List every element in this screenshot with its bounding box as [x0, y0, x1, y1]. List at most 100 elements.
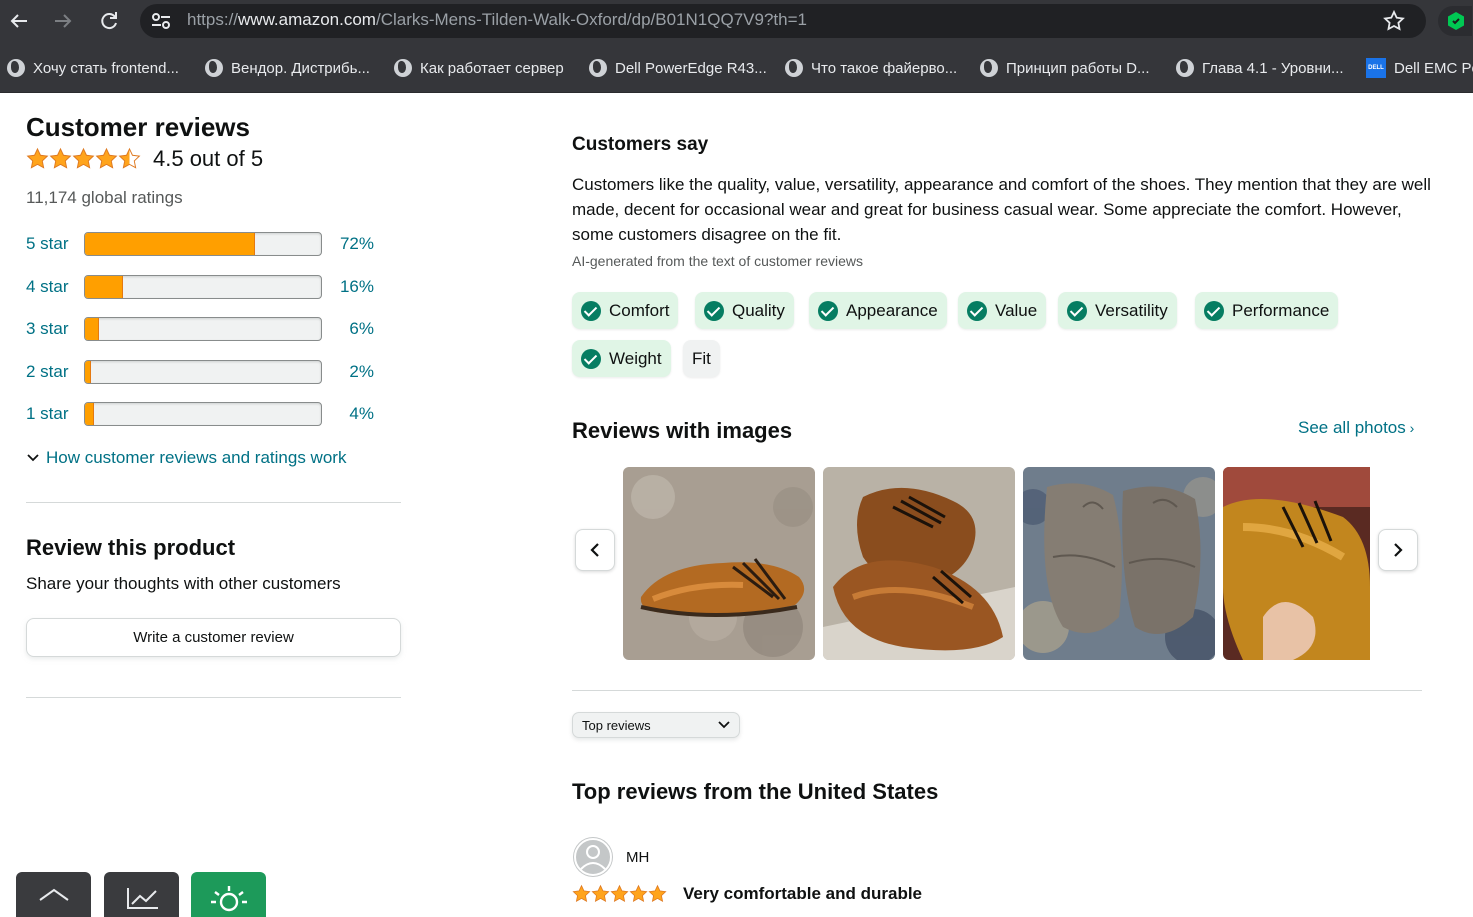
lightbulb-button[interactable]: [191, 872, 266, 917]
aspect-chip-label: Fit: [692, 348, 711, 368]
bookmark-item[interactable]: DELL Dell EMC Po: [1366, 58, 1473, 78]
url-text[interactable]: https://www.amazon.com/Clarks-Mens-Tilde…: [187, 10, 807, 30]
aspect-chip-label: Weight: [609, 348, 662, 368]
review-image[interactable]: [1023, 467, 1215, 660]
bookmark-label: Как работает сервер: [420, 59, 564, 77]
bookmark-label: Глава 4.1 - Уровни...: [1202, 59, 1344, 77]
histogram-bar: [84, 232, 322, 256]
histogram-row[interactable]: 3 star 6%: [26, 316, 374, 342]
histogram-row[interactable]: 2 star 2%: [26, 359, 374, 385]
bookmark-label: Вендор. Дистрибь...: [231, 59, 370, 77]
how-reviews-work-link[interactable]: How customer reviews and ratings work: [26, 448, 346, 468]
bookmark-item[interactable]: Что такое файерво...: [785, 58, 957, 78]
average-rating[interactable]: 4.5 out of 5: [26, 146, 263, 172]
histogram-bar-fill: [85, 403, 95, 425]
check-circle-icon: [581, 300, 601, 321]
check-circle-icon: [581, 348, 601, 369]
globe-icon: [589, 59, 607, 77]
aspect-chip-quality[interactable]: Quality: [695, 292, 794, 329]
bookmark-item[interactable]: Вендор. Дистрибь...: [205, 58, 370, 78]
star-full-icon: [610, 884, 629, 902]
star-full-icon: [49, 147, 72, 169]
histogram-row[interactable]: 5 star 72%: [26, 231, 374, 257]
review-image[interactable]: [823, 467, 1015, 660]
divider: [572, 690, 1422, 691]
histogram-bar-fill: [85, 276, 123, 298]
review-image[interactable]: [1223, 467, 1370, 660]
aspect-chip-label: Appearance: [846, 300, 938, 320]
aspect-chip-performance[interactable]: Performance: [1195, 292, 1339, 329]
write-review-button[interactable]: Write a customer review: [26, 618, 401, 657]
customer-reviews-title: Customer reviews: [26, 112, 250, 142]
review-product-subtitle: Share your thoughts with other customers: [26, 574, 341, 593]
aspect-chip-appearance[interactable]: Appearance: [809, 292, 947, 329]
histogram-row[interactable]: 4 star 16%: [26, 274, 374, 300]
globe-icon: [785, 59, 803, 77]
price-chart-button[interactable]: [104, 872, 179, 917]
review-headline[interactable]: Very comfortable and durable: [683, 884, 922, 904]
customers-say-summary: Customers like the quality, value, versa…: [572, 175, 1431, 244]
bookmark-item[interactable]: Глава 4.1 - Уровни...: [1176, 58, 1344, 78]
customers-say-title: Customers say: [572, 134, 709, 155]
user-icon: [574, 838, 612, 876]
aspect-chip-label: Quality: [732, 300, 785, 320]
star-full-icon: [95, 147, 118, 169]
carousel-prev-button[interactable]: [575, 529, 615, 571]
url-prefix: https://: [187, 10, 239, 29]
histogram-bar-fill: [85, 361, 91, 383]
sort-dropdown[interactable]: Top reviews: [572, 712, 740, 738]
globe-icon: [1176, 59, 1194, 77]
histogram-row[interactable]: 1 star 4%: [26, 401, 374, 427]
see-all-photos-link[interactable]: See all photos ›: [1298, 418, 1414, 438]
histogram-percent: 2%: [349, 362, 374, 381]
back-arrow-icon[interactable]: [7, 9, 31, 33]
star-full-icon: [572, 884, 591, 902]
bookmark-item[interactable]: Как работает сервер: [394, 58, 564, 78]
chevron-right-icon: [1394, 543, 1403, 557]
bookmark-item[interactable]: Хочу стать frontend...: [7, 58, 179, 78]
histogram-bar: [84, 275, 322, 299]
global-ratings-count: 11,174 global ratings: [26, 188, 183, 207]
histogram-percent: 72%: [339, 234, 374, 253]
reload-icon[interactable]: [97, 9, 121, 33]
rating-text: 4.5 out of 5: [153, 146, 264, 171]
bookmark-star-icon[interactable]: [1382, 9, 1406, 33]
star-full-icon: [629, 884, 648, 902]
star-full-icon: [26, 147, 49, 169]
site-settings-icon[interactable]: [150, 11, 172, 31]
chevron-left-icon: [590, 543, 599, 557]
chevron-right-icon: ›: [1405, 420, 1415, 436]
aspect-chip-comfort[interactable]: Comfort: [572, 292, 679, 329]
histogram-label: 2 star: [26, 362, 69, 381]
star-full-icon: [648, 884, 667, 902]
aspect-chip-label: Versatility: [1095, 300, 1168, 320]
ai-generated-note: AI-generated from the text of customer r…: [572, 253, 864, 269]
aspect-chip-label: Performance: [1232, 300, 1330, 320]
carousel-next-button[interactable]: [1378, 529, 1418, 571]
aspect-chip-fit[interactable]: Fit: [683, 340, 720, 377]
chevron-up-icon: [38, 888, 69, 901]
histogram-bar-fill: [85, 233, 255, 255]
globe-icon: [205, 59, 223, 77]
histogram-label: 5 star: [26, 234, 69, 253]
aspect-chip-weight[interactable]: Weight: [572, 340, 671, 377]
bookmark-label: Принцип работы D...: [1006, 59, 1150, 77]
reviewer-name[interactable]: MH: [626, 849, 649, 866]
lightbulb-icon: [210, 886, 247, 912]
review-rating-stars[interactable]: [572, 884, 667, 904]
scroll-top-button[interactable]: [16, 872, 91, 917]
bookmark-item[interactable]: Принцип работы D...: [980, 58, 1150, 78]
bookmark-item[interactable]: Dell PowerEdge R43...: [589, 58, 767, 78]
globe-icon: [980, 59, 998, 77]
aspect-chip-versatility[interactable]: Versatility: [1058, 292, 1177, 329]
histogram-bar: [84, 360, 322, 384]
review-image[interactable]: [623, 467, 815, 660]
extension-button[interactable]: [1438, 6, 1472, 36]
check-circle-icon: [967, 300, 987, 321]
histogram-label: 1 star: [26, 404, 69, 423]
aspect-chip-value[interactable]: Value: [958, 292, 1047, 329]
star-full-icon: [591, 884, 610, 902]
divider: [26, 697, 401, 698]
histogram-percent: 4%: [349, 404, 374, 423]
forward-arrow-icon[interactable]: [51, 9, 75, 33]
